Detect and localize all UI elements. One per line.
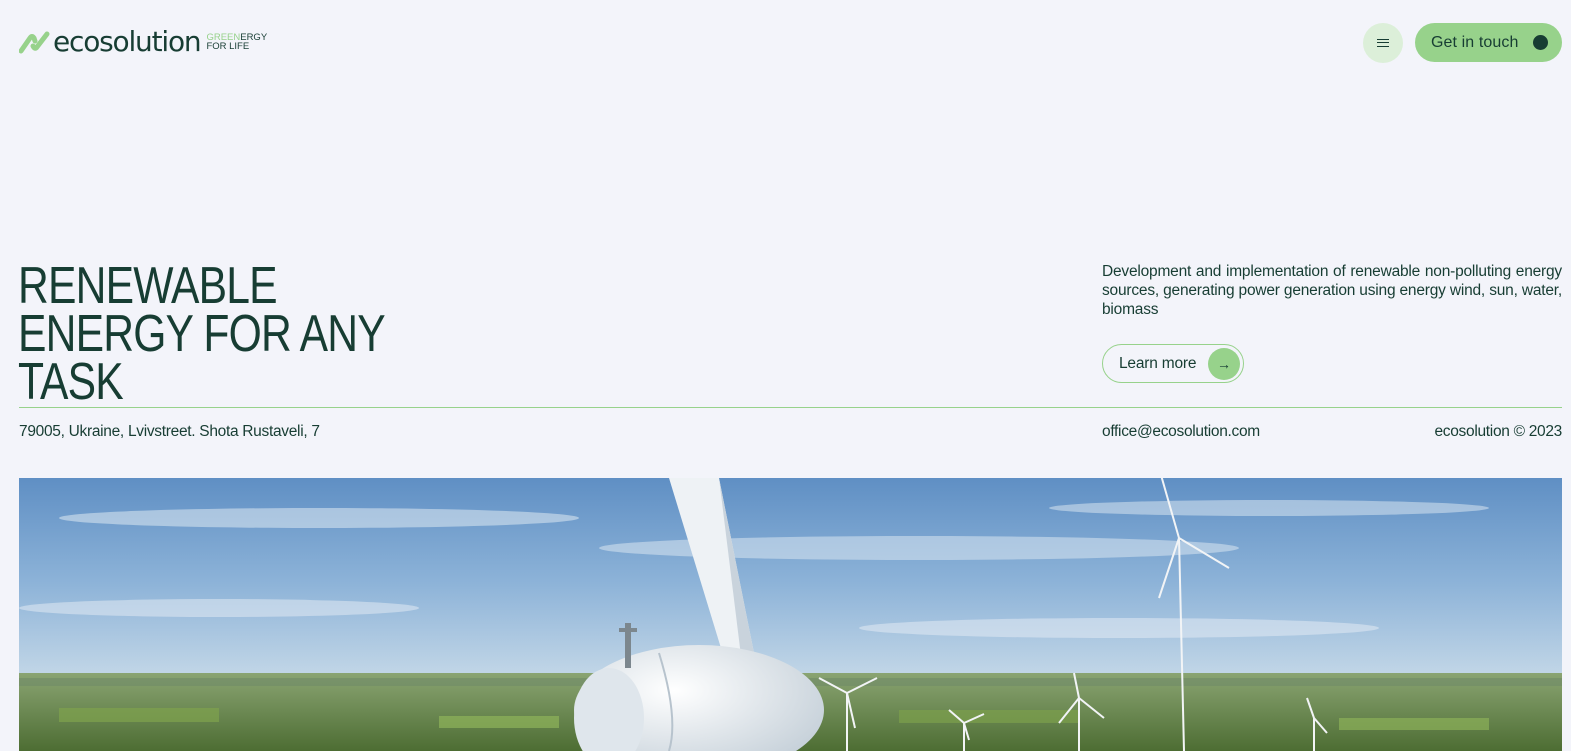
learn-more-label: Learn more xyxy=(1119,354,1197,372)
site-header: ecosolution GREENERGY FOR LIFE Get in to… xyxy=(0,0,1571,85)
divider xyxy=(19,407,1562,408)
logo[interactable]: ecosolution GREENERGY FOR LIFE xyxy=(19,28,267,56)
menu-button[interactable] xyxy=(1363,23,1403,63)
hero-description: Development and implementation of renewa… xyxy=(1102,263,1562,318)
copyright-text: ecosolution © 2023 xyxy=(1434,423,1562,440)
logo-tagline: GREENERGY FOR LIFE xyxy=(206,33,267,52)
learn-more-button[interactable]: Learn more → xyxy=(1102,344,1244,383)
hamburger-menu-icon xyxy=(1377,39,1389,47)
tagline-line2: FOR LIFE xyxy=(206,41,250,52)
dot-icon xyxy=(1533,35,1548,50)
get-in-touch-label: Get in touch xyxy=(1431,33,1519,51)
logo-wordmark: ecosolution xyxy=(53,25,202,58)
logo-mark-icon xyxy=(19,31,50,54)
email-link[interactable]: office@ecosolution.com xyxy=(1102,423,1260,441)
hero-title: RENEWABLE ENERGY FOR ANY TASK xyxy=(18,257,385,411)
hero-image-wind-turbines xyxy=(19,478,1562,751)
address-text: 79005, Ukraine, Lvivstreet. Shota Rustav… xyxy=(19,423,320,440)
arrow-right-icon: → xyxy=(1208,348,1240,380)
get-in-touch-button[interactable]: Get in touch xyxy=(1415,23,1562,62)
